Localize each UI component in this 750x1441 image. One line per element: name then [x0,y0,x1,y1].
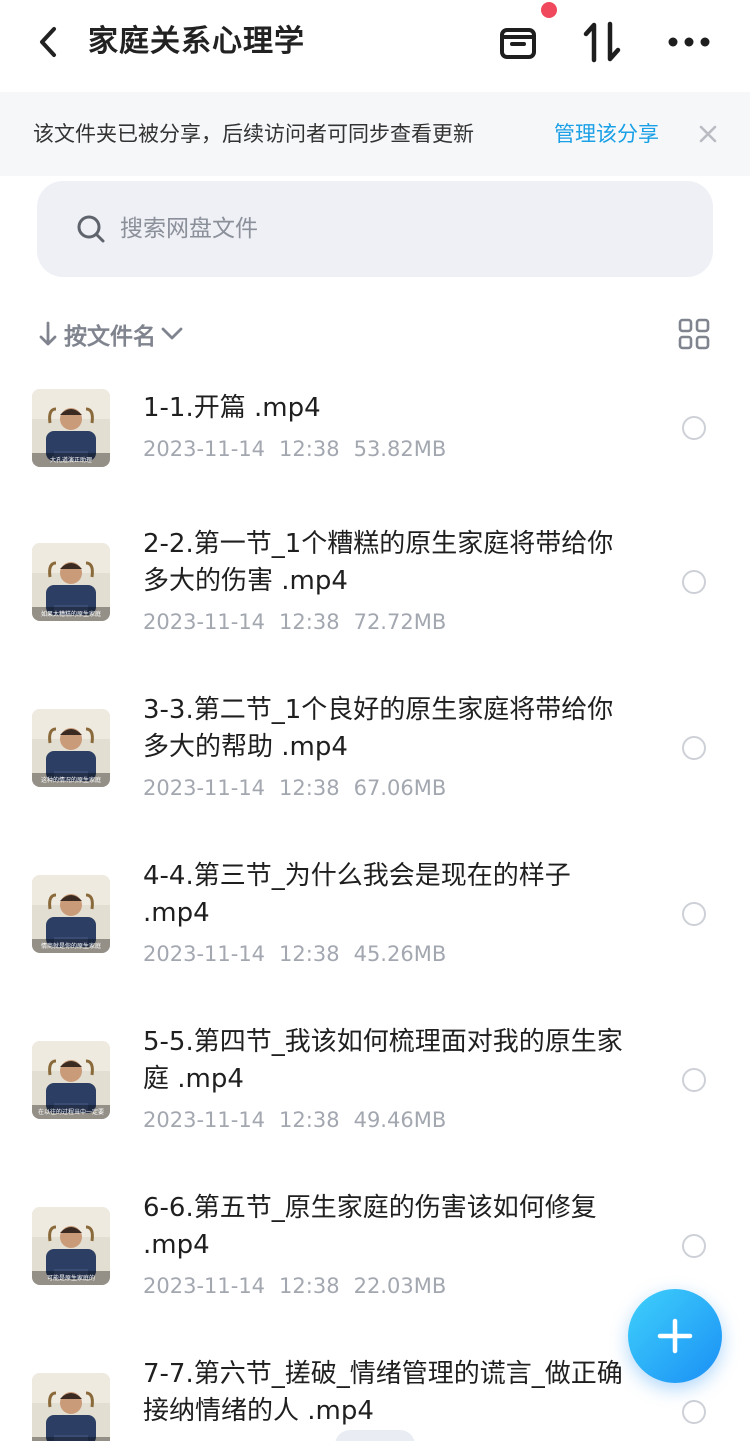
file-date: 2023-11-14 [143,437,266,461]
grid-view-button[interactable] [676,316,712,352]
file-size: 67.06MB [353,776,447,800]
video-thumbnail: 如果太糟糕的原生家庭 [32,543,110,621]
sort-bar: 按文件名 [0,308,750,358]
chevron-down-icon [161,327,183,340]
video-thumbnail: 大孔道演正助理 [32,389,110,467]
file-meta: 2023-11-14 12:38 67.06MB [143,773,446,803]
add-button[interactable] [628,1289,722,1383]
video-thumbnail [32,1373,110,1441]
file-date: 2023-11-14 [143,1108,266,1132]
file-name: 3-3.第二节_1个良好的原生家庭将带给你多大的帮助 .mp4 [143,695,614,762]
video-thumbnail: 可能是原生家庭的 [32,1207,110,1285]
grid-view-icon [678,318,710,350]
bottom-handle [335,1430,415,1441]
file-meta: 2023-11-14 12:38 53.82MB [143,434,446,464]
file-time: 12:38 [279,776,340,800]
app-screen: 家庭关系心理学 该文件夹已被分享，后续访问者可同步查看更新 管理该分享 搜索网盘… [0,0,750,1441]
file-list-item[interactable]: 7-7.第六节_搓破_情绪管理的谎言_做正确接纳情绪的人 .mp4 [0,0,750,1441]
thumbnail-caption: 可能是原生家庭的 [46,1275,95,1282]
file-meta: 2023-11-14 12:38 22.03MB [143,1271,446,1301]
file-time: 12:38 [279,1108,340,1132]
file-name: 7-7.第六节_搓破_情绪管理的谎言_做正确接纳情绪的人 .mp4 [143,1359,623,1426]
file-size: 22.03MB [353,1274,447,1298]
thumbnail-caption: 情商就是你的原生家庭 [40,943,101,950]
file-name: 2-2.第一节_1个糟糕的原生家庭将带给你多大的伤害 .mp4 [143,529,614,596]
select-checkbox[interactable] [682,416,706,440]
file-size: 49.46MB [353,1108,447,1132]
file-date: 2023-11-14 [143,942,266,966]
file-meta: 2023-11-14 12:38 49.46MB [143,1105,446,1135]
file-size: 45.26MB [353,942,447,966]
sort-label: 按文件名 [64,324,156,350]
file-size: 72.72MB [353,610,447,634]
thumbnail-caption: 在以往的过程当中一定要 [37,1109,104,1116]
arrow-down-icon [39,321,57,346]
search-placeholder: 搜索网盘文件 [120,216,258,242]
thumbnail-caption: 如果太糟糕的原生家庭 [40,611,101,618]
video-thumbnail: 情商就是你的原生家庭 [32,875,110,953]
video-thumbnail: 在以往的过程当中一定要 [32,1041,110,1119]
thumbnail-caption: 大孔道演正助理 [49,457,92,464]
search-icon [77,215,105,243]
search-input[interactable]: 搜索网盘文件 [37,181,713,277]
file-time: 12:38 [279,942,340,966]
select-checkbox[interactable] [682,1068,706,1092]
select-checkbox[interactable] [682,570,706,594]
file-name: 1-1.开篇 .mp4 [143,393,321,423]
video-thumbnail: 这种的情况的原生家庭 [32,709,110,787]
file-time: 12:38 [279,610,340,634]
file-name: 6-6.第五节_原生家庭的伤害该如何修复 .mp4 [143,1193,597,1260]
file-size: 53.82MB [353,437,447,461]
thumbnail-caption: 这种的情况的原生家庭 [40,777,101,784]
select-checkbox[interactable] [682,1400,706,1424]
select-checkbox[interactable] [682,1234,706,1258]
file-time: 12:38 [279,437,340,461]
file-meta: 2023-11-14 12:38 72.72MB [143,607,446,637]
file-name: 4-4.第三节_为什么我会是现在的样子 .mp4 [143,861,571,928]
select-checkbox[interactable] [682,902,706,926]
file-date: 2023-11-14 [143,610,266,634]
file-name: 5-5.第四节_我该如何梳理面对我的原生家庭 .mp4 [143,1027,623,1094]
file-date: 2023-11-14 [143,1274,266,1298]
file-meta: 2023-11-14 12:38 45.26MB [143,939,446,969]
file-date: 2023-11-14 [143,776,266,800]
plus-icon [657,1318,693,1354]
sort-by-name-button[interactable]: 按文件名 [38,314,184,354]
file-time: 12:38 [279,1274,340,1298]
select-checkbox[interactable] [682,736,706,760]
